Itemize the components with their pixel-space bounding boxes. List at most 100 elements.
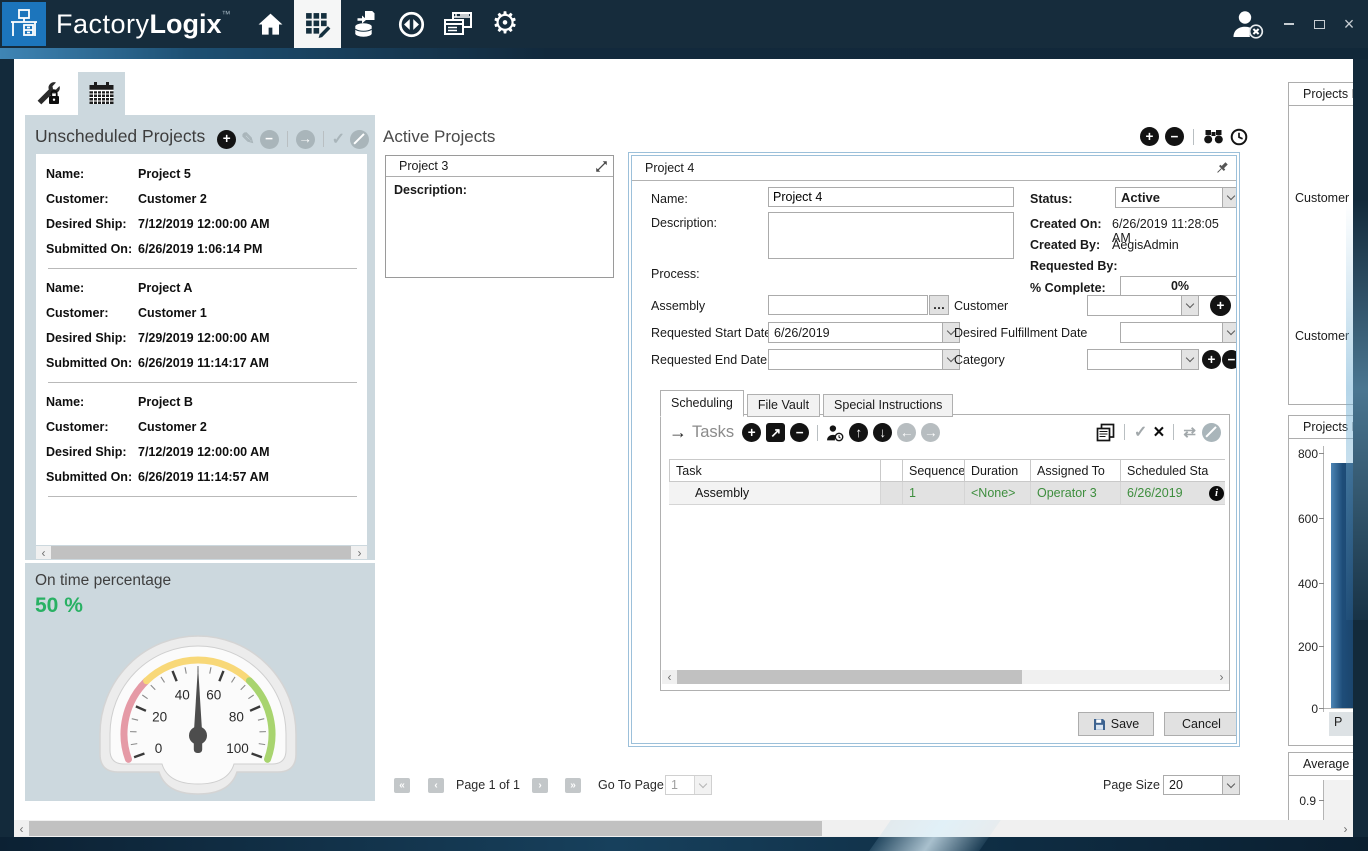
tab-file-vault[interactable]: File Vault <box>747 394 820 417</box>
cell-assigned-to[interactable]: Operator 3 <box>1031 482 1121 505</box>
approve-project-icon[interactable]: ✓ <box>332 129 345 149</box>
legend-item: Customer 1 <box>1295 191 1353 205</box>
scroll-left-icon[interactable]: ‹ <box>14 823 29 835</box>
scroll-thumb[interactable] <box>51 546 351 559</box>
tasks-toolbar-right: ✓ × ⇄ <box>1096 422 1221 442</box>
chevron-down-icon[interactable] <box>1222 776 1239 794</box>
col-spacer[interactable] <box>881 459 903 482</box>
documents-icon[interactable] <box>435 0 482 48</box>
close-button[interactable]: × <box>1338 13 1360 35</box>
main-h-scrollbar[interactable]: ‹ › <box>14 820 1353 837</box>
category-select[interactable] <box>1087 349 1199 370</box>
description-input[interactable] <box>768 212 1014 259</box>
move-task-left-button[interactable]: ← <box>897 423 916 442</box>
add-task-button[interactable]: + <box>742 423 761 442</box>
scroll-right-icon[interactable]: › <box>1338 823 1353 835</box>
production-icon[interactable] <box>388 0 435 48</box>
assembly-browse-button[interactable]: … <box>929 295 949 315</box>
status-select[interactable]: Active <box>1115 187 1237 208</box>
expand-icon[interactable] <box>595 160 608 173</box>
cancel-button[interactable]: Cancel <box>1164 712 1237 736</box>
scroll-right-icon[interactable]: › <box>1214 671 1229 683</box>
cell-sequence[interactable]: 1 <box>903 482 965 505</box>
add-detail-button[interactable]: + <box>1140 127 1159 146</box>
col-sequence[interactable]: Sequence <box>903 459 965 482</box>
activate-project-button[interactable]: → <box>296 130 315 149</box>
tab-scheduling[interactable]: Scheduling <box>660 390 744 417</box>
scroll-thumb[interactable] <box>29 821 822 836</box>
scroll-left-icon[interactable]: ‹ <box>36 547 51 559</box>
move-task-down-button[interactable]: ↓ <box>873 423 892 442</box>
next-page-icon[interactable]: › <box>532 778 548 793</box>
projects-icon[interactable] <box>294 0 341 48</box>
goto-page-select[interactable]: 1 <box>665 775 712 795</box>
history-clock-icon[interactable] <box>1230 128 1248 146</box>
scroll-right-icon[interactable]: › <box>352 547 367 559</box>
col-duration[interactable]: Duration <box>965 459 1031 482</box>
scroll-left-icon[interactable]: ‹ <box>662 671 677 683</box>
assign-operator-icon[interactable] <box>826 424 844 442</box>
col-scheduled-start[interactable]: Scheduled Sta <box>1121 459 1225 482</box>
add-category-button[interactable]: + <box>1202 350 1221 369</box>
last-page-icon[interactable]: » <box>565 778 581 793</box>
tab-scheduling-calendar-icon[interactable] <box>78 72 125 115</box>
table-row[interactable]: Assembly 1 <None> Operator 3 6/26/2019i <box>669 482 1225 505</box>
edit-project-icon[interactable]: ✎ <box>241 129 254 149</box>
application-window: FactoryLogix™ <box>0 0 1368 851</box>
name-input[interactable] <box>768 187 1014 207</box>
unscheduled-h-scrollbar[interactable]: ‹ › <box>36 546 367 559</box>
panel-title: Projects B <box>1289 83 1353 106</box>
cell-duration[interactable]: <None> <box>965 482 1031 505</box>
col-task[interactable]: Task <box>669 459 881 482</box>
add-project-button[interactable]: + <box>217 130 236 149</box>
chevron-down-icon[interactable] <box>1181 350 1198 369</box>
list-item[interactable]: Name:Project 5 Customer:Customer 2 Desir… <box>46 162 367 262</box>
move-task-right-button[interactable]: → <box>921 423 940 442</box>
col-assigned-to[interactable]: Assigned To <box>1031 459 1121 482</box>
tab-setup-wrench-icon[interactable] <box>25 72 72 115</box>
info-icon[interactable]: i <box>1209 486 1224 501</box>
confirm-icon[interactable]: ✓ <box>1134 422 1147 442</box>
save-button[interactable]: Save <box>1078 712 1154 736</box>
requested-end-select[interactable] <box>768 349 960 370</box>
home-icon[interactable] <box>247 0 294 48</box>
materials-icon[interactable] <box>341 0 388 48</box>
tasks-h-scrollbar[interactable]: ‹ › <box>662 670 1229 684</box>
move-task-up-button[interactable]: ↑ <box>849 423 868 442</box>
chevron-down-icon[interactable] <box>1222 323 1237 342</box>
cell-task[interactable]: Assembly <box>669 482 881 505</box>
tab-special-instructions[interactable]: Special Instructions <box>823 394 953 417</box>
scheduling-tab-content: → Tasks + ↗ − ↑ ↓ ← <box>660 414 1230 691</box>
logout-user-icon[interactable] <box>1228 13 1268 35</box>
remove-category-button[interactable]: − <box>1222 350 1237 369</box>
chevron-down-icon[interactable] <box>1181 296 1198 315</box>
list-item[interactable]: Name:Project A Customer:Customer 1 Desir… <box>46 276 367 376</box>
page-size-select[interactable]: 20 <box>1163 775 1240 795</box>
scroll-thumb[interactable] <box>677 670 1022 684</box>
delete-icon[interactable]: × <box>1153 423 1164 442</box>
list-item[interactable]: Name:Project B Customer:Customer 2 Desir… <box>46 390 367 490</box>
fulfillment-select[interactable] <box>1120 322 1237 343</box>
prev-page-icon[interactable]: ‹ <box>428 778 444 793</box>
cancel-project-icon[interactable] <box>350 130 369 149</box>
assembly-input[interactable] <box>768 295 928 315</box>
minimize-button[interactable] <box>1278 13 1300 35</box>
copy-schedule-icon[interactable] <box>1096 423 1115 442</box>
requested-start-select[interactable]: 6/26/2019 <box>768 322 960 343</box>
add-customer-button[interactable]: + <box>1210 295 1231 316</box>
settings-icon[interactable]: ⚙ <box>482 0 529 48</box>
customer-select[interactable] <box>1087 295 1199 316</box>
remove-project-button[interactable]: − <box>260 130 279 149</box>
shuffle-icon[interactable]: ⇄ <box>1183 423 1196 441</box>
pin-icon[interactable] <box>1215 161 1229 175</box>
find-binoculars-icon[interactable] <box>1203 129 1224 144</box>
cell-scheduled-start[interactable]: 6/26/2019i <box>1121 482 1225 505</box>
import-task-button[interactable]: ↗ <box>766 423 785 442</box>
chevron-down-icon[interactable] <box>1222 188 1237 207</box>
first-page-icon[interactable]: « <box>394 778 410 793</box>
remove-detail-button[interactable]: − <box>1165 127 1184 146</box>
cancel-icon[interactable] <box>1202 423 1221 442</box>
remove-task-button[interactable]: − <box>790 423 809 442</box>
active-project-card[interactable]: Project 3 Description: <box>385 155 614 278</box>
maximize-button[interactable] <box>1308 13 1330 35</box>
